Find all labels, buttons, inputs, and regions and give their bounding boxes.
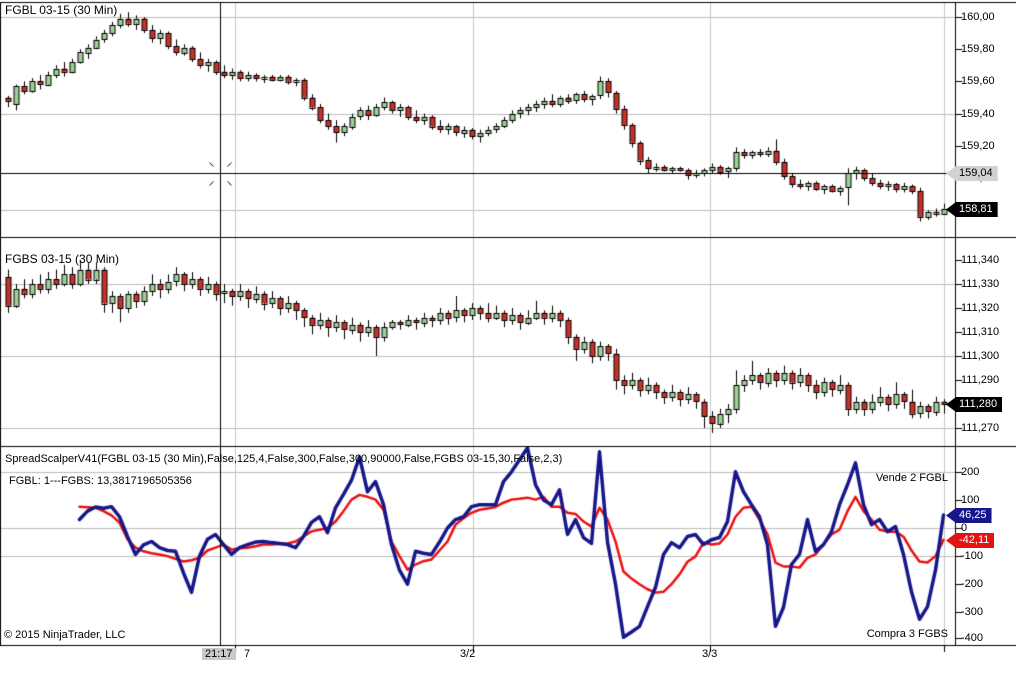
indicator-spread-readout: FGBL: 1---FGBS: 13,3817196505356 <box>9 475 192 487</box>
signal-value-marker: -42,11 <box>946 533 995 548</box>
fgbs-last-price-marker: 111,280 <box>946 397 1003 412</box>
price-axis-tick-label: -200 <box>961 578 984 590</box>
price-axis-tick-label: 111,270 <box>961 422 1000 434</box>
price-axis-tick-label: 159,80 <box>961 43 995 55</box>
price-axis-tick-label: 111,320 <box>961 302 1000 314</box>
price-axis-tick-label: -100 <box>961 550 984 562</box>
crosshair-price-marker: 159,04 <box>946 166 998 181</box>
fgbs-panel-title: FGBS 03-15 (30 Min) <box>5 252 120 266</box>
price-axis-tick-label: 160,00 <box>961 11 995 23</box>
ninjatrader-chart-window: FGBL 03-15 (30 Min) FGBS 03-15 (30 Min) … <box>0 0 1016 674</box>
price-axis-tick-label: 200 <box>961 466 980 478</box>
price-axis-tick-label: 100 <box>961 494 980 506</box>
sell-signal-label: Vende 2 FGBL <box>875 472 948 484</box>
price-axis-tick-label: 159,20 <box>961 140 995 152</box>
price-axis-tick-label: 111,310 <box>961 326 1000 338</box>
price-axis-tick-label: 159,60 <box>961 75 995 87</box>
price-axis-tick-label: 111,300 <box>961 350 1000 362</box>
indicator-title: SpreadScalperV41(FGBL 03-15 (30 Min),Fal… <box>5 453 563 465</box>
price-axis-tick-label: 111,330 <box>961 278 1000 290</box>
buy-signal-label: Compra 3 FGBS <box>866 628 948 640</box>
time-axis-label: 3/2 <box>460 648 476 660</box>
price-axis-tick-label: -400 <box>961 632 984 644</box>
price-axis-tick-label: -300 <box>961 606 984 618</box>
fgbl-panel-title: FGBL 03-15 (30 Min) <box>5 3 118 17</box>
time-axis-label: 3/3 <box>702 648 718 660</box>
crosshair-time-label: 21:17 <box>202 648 236 660</box>
fgbl-last-price-marker: 158,81 <box>946 202 998 217</box>
price-axis-tick-label: 111,340 <box>961 254 1000 266</box>
price-axis-tick-label: 159,40 <box>961 108 995 120</box>
copyright-notice: © 2015 NinjaTrader, LLC <box>4 629 126 641</box>
time-axis-label: 7 <box>244 648 251 660</box>
price-axis-tick-label: 111,290 <box>961 374 1000 386</box>
price-axis-tick-label: 0 <box>961 522 968 534</box>
chart-canvas[interactable] <box>0 0 1016 674</box>
